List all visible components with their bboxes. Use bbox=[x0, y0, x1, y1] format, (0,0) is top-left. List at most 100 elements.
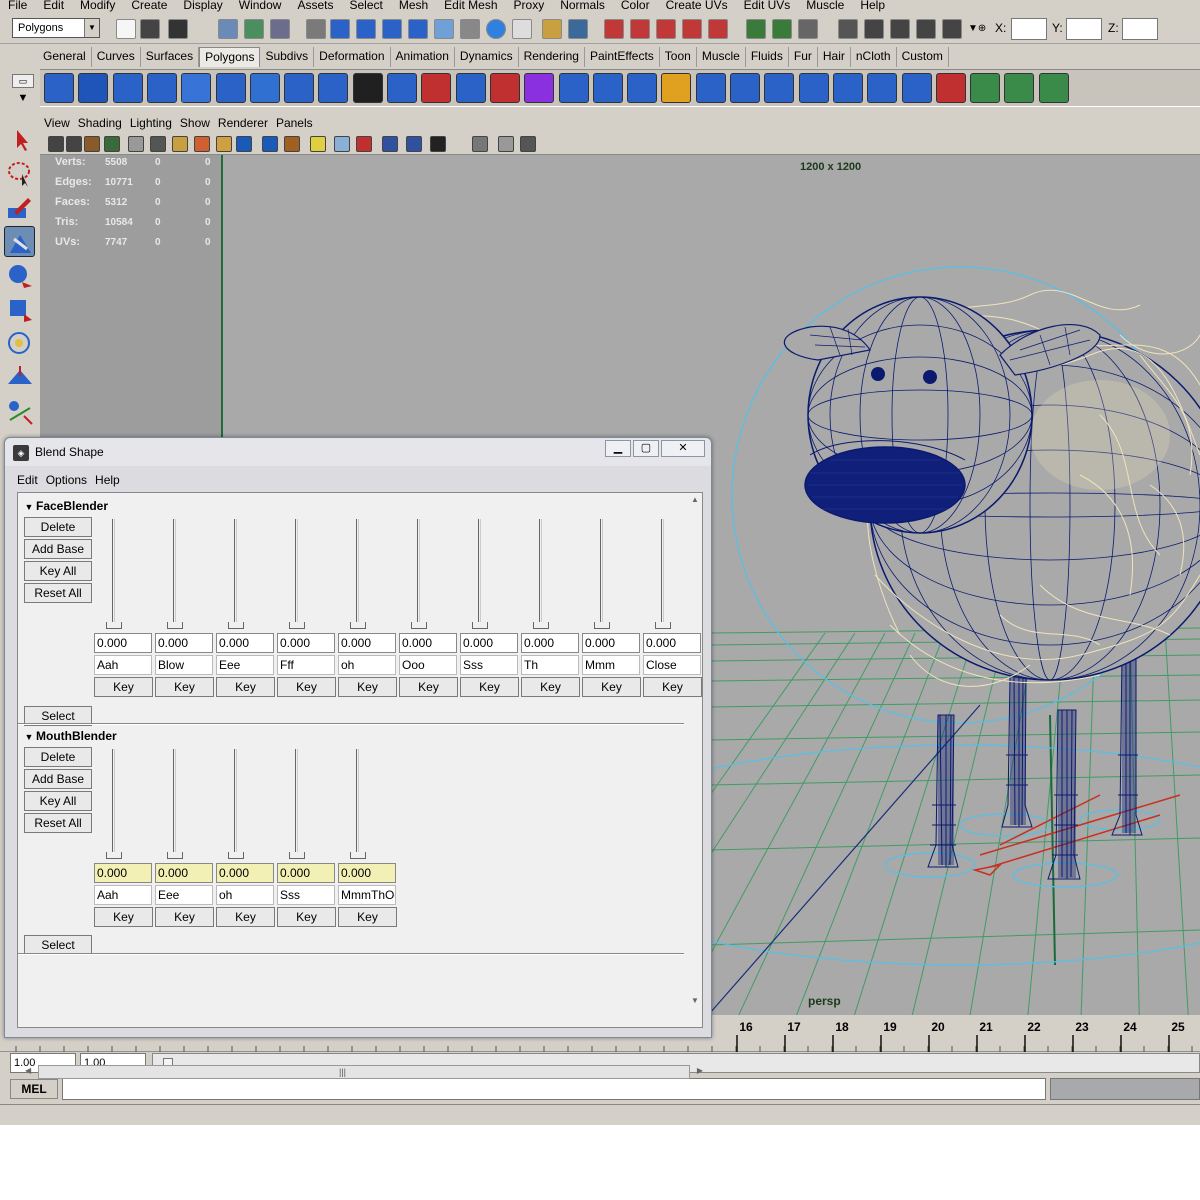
texture-icon[interactable] bbox=[262, 136, 278, 152]
weight-slider[interactable] bbox=[655, 519, 671, 629]
last-tool-icon[interactable] bbox=[4, 396, 35, 427]
isolate-icon[interactable] bbox=[356, 136, 372, 152]
render-view-icon[interactable] bbox=[568, 19, 588, 39]
bridge-shelf-icon[interactable] bbox=[592, 73, 623, 103]
torus-shelf-icon[interactable] bbox=[215, 73, 246, 103]
target-name-field[interactable]: oh bbox=[338, 655, 396, 675]
render-frame-icon[interactable] bbox=[838, 19, 858, 39]
scroll-up-icon[interactable]: ▲ bbox=[691, 495, 699, 504]
weight-slider[interactable] bbox=[106, 519, 122, 629]
snap-grid-icon[interactable] bbox=[330, 19, 350, 39]
target-name-field[interactable]: Ooo bbox=[399, 655, 457, 675]
shelf-tab-fluids[interactable]: Fluids bbox=[746, 47, 789, 67]
camera-select-icon[interactable] bbox=[66, 136, 82, 152]
shelf-tab-fur[interactable]: Fur bbox=[789, 47, 818, 67]
key-button[interactable]: Key bbox=[216, 907, 275, 927]
merge-shelf-icon[interactable] bbox=[832, 73, 863, 103]
slider-handle[interactable] bbox=[289, 622, 305, 629]
key-button[interactable]: Key bbox=[277, 907, 336, 927]
frame-all-icon[interactable] bbox=[382, 136, 398, 152]
extrude-shelf-icon[interactable] bbox=[764, 73, 795, 103]
wedge-shelf-icon[interactable] bbox=[970, 73, 1001, 103]
maximize-button[interactable]: ▢ bbox=[633, 440, 659, 457]
snap-view-plane-icon[interactable] bbox=[408, 19, 428, 39]
magnet-live-icon[interactable] bbox=[708, 19, 728, 39]
y-field[interactable] bbox=[1066, 18, 1102, 40]
mouth-add-base-button[interactable]: Add Base bbox=[24, 769, 92, 789]
wireframe-icon[interactable] bbox=[216, 136, 232, 152]
snap-point-icon[interactable] bbox=[382, 19, 402, 39]
safe-action-icon[interactable] bbox=[194, 136, 210, 152]
weight-value-field[interactable]: 0.000 bbox=[216, 863, 274, 883]
z-field[interactable] bbox=[1122, 18, 1158, 40]
helix-shelf-icon[interactable] bbox=[352, 73, 383, 103]
help-question-icon[interactable] bbox=[512, 19, 532, 39]
menu-muscle[interactable]: Muscle bbox=[798, 0, 852, 12]
insert-loop-shelf-icon[interactable] bbox=[695, 73, 726, 103]
smooth-shelf-icon[interactable] bbox=[524, 73, 555, 103]
shelf-tab-toon[interactable]: Toon bbox=[660, 47, 697, 67]
mirror-shelf-icon[interactable] bbox=[1038, 73, 1069, 103]
weight-value-field[interactable]: 0.000 bbox=[338, 633, 396, 653]
shelf-tab-animation[interactable]: Animation bbox=[391, 47, 455, 67]
select-object-icon[interactable] bbox=[244, 19, 264, 39]
append-shelf-icon[interactable] bbox=[627, 73, 658, 103]
shelf-tab-custom[interactable]: Custom bbox=[897, 47, 949, 67]
weight-slider[interactable] bbox=[411, 519, 427, 629]
minimize-button[interactable]: ▁ bbox=[605, 440, 631, 457]
shelf-tab-polygons[interactable]: Polygons bbox=[199, 47, 261, 67]
menu-modify[interactable]: Modify bbox=[72, 0, 123, 12]
menu-file[interactable]: File bbox=[0, 0, 35, 12]
weight-value-field[interactable]: 0.000 bbox=[94, 633, 152, 653]
face-add-base-button[interactable]: Add Base bbox=[24, 539, 92, 559]
select-component-icon[interactable] bbox=[270, 19, 290, 39]
key-button[interactable]: Key bbox=[338, 677, 397, 697]
render-region-icon[interactable] bbox=[498, 136, 514, 152]
x-field[interactable] bbox=[1011, 18, 1047, 40]
weight-slider[interactable] bbox=[350, 749, 366, 859]
overlay-icon[interactable] bbox=[520, 136, 536, 152]
target-name-field[interactable]: Sss bbox=[460, 655, 518, 675]
select-hierarchy-icon[interactable] bbox=[218, 19, 238, 39]
target-name-field[interactable]: Eee bbox=[155, 885, 213, 905]
target-name-field[interactable]: Blow bbox=[155, 655, 213, 675]
target-name-field[interactable]: Aah bbox=[94, 885, 152, 905]
menu-color[interactable]: Color bbox=[613, 0, 658, 12]
key-button[interactable]: Key bbox=[94, 907, 153, 927]
camera-attributes-icon[interactable] bbox=[48, 136, 64, 152]
weight-value-field[interactable]: 0.000 bbox=[155, 633, 213, 653]
construction-history-icon[interactable] bbox=[798, 19, 818, 39]
shadows-icon[interactable] bbox=[310, 136, 326, 152]
scroll-right-icon[interactable]: ▶ bbox=[697, 1066, 703, 1075]
shelf-tab-general[interactable]: General bbox=[38, 47, 92, 67]
collapse-shelf-icon[interactable] bbox=[867, 73, 898, 103]
shelf-tab-hair[interactable]: Hair bbox=[818, 47, 851, 67]
shelf-tab-curves[interactable]: Curves bbox=[92, 47, 141, 67]
mouth-reset-all-button[interactable]: Reset All bbox=[24, 813, 92, 833]
menu-assets[interactable]: Assets bbox=[289, 0, 341, 12]
weight-value-field[interactable]: 0.000 bbox=[94, 863, 152, 883]
weight-slider[interactable] bbox=[472, 519, 488, 629]
slider-handle[interactable] bbox=[167, 852, 183, 859]
weight-slider[interactable] bbox=[106, 749, 122, 859]
menu-display[interactable]: Display bbox=[175, 0, 230, 12]
weight-slider[interactable] bbox=[289, 519, 305, 629]
poke-shelf-icon[interactable] bbox=[1004, 73, 1035, 103]
slider-handle[interactable] bbox=[289, 852, 305, 859]
blend-shape-titlebar[interactable]: ◈ Blend Shape ▁ ▢ ✕ bbox=[5, 438, 711, 466]
weight-slider[interactable] bbox=[228, 519, 244, 629]
weight-value-field[interactable]: 0.000 bbox=[521, 633, 579, 653]
scale-tool-icon[interactable] bbox=[4, 328, 35, 359]
history-icon[interactable] bbox=[460, 19, 480, 39]
weight-value-field[interactable]: 0.000 bbox=[277, 633, 335, 653]
mel-command-input[interactable] bbox=[62, 1078, 1046, 1100]
slider-handle[interactable] bbox=[167, 622, 183, 629]
target-name-field[interactable]: MmmThOo bbox=[338, 885, 396, 905]
paint-select-tool-icon[interactable] bbox=[4, 192, 35, 223]
shelf-tab-ncloth[interactable]: nCloth bbox=[851, 47, 897, 67]
face-blender-header[interactable]: ▼ FaceBlender bbox=[22, 497, 109, 515]
weight-slider[interactable] bbox=[289, 749, 305, 859]
grid-icon[interactable] bbox=[128, 136, 144, 152]
select-tool-icon[interactable] bbox=[4, 124, 35, 155]
weight-value-field[interactable]: 0.000 bbox=[216, 633, 274, 653]
